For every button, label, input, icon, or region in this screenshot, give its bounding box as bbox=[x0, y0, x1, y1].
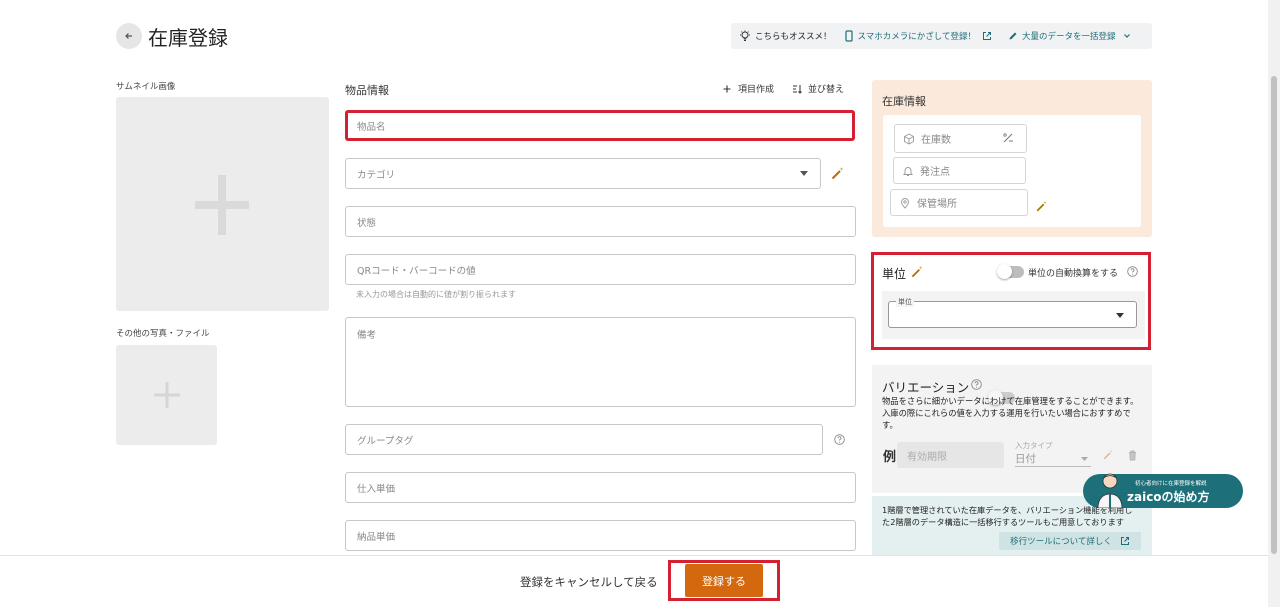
migration-text-line: た2階層のデータ構造に一括移行するツールもご用意しております bbox=[882, 517, 1124, 527]
bulk-register-link[interactable]: 大量のデータを一括登録 bbox=[1008, 30, 1136, 42]
sale-price-input[interactable]: 納品単価 bbox=[345, 520, 856, 551]
help-icon[interactable] bbox=[1127, 266, 1138, 277]
migration-link-label: 移行ツールについて詳しく bbox=[1010, 537, 1112, 547]
pencil-icon bbox=[1009, 32, 1017, 40]
external-link-icon bbox=[983, 32, 992, 40]
magic-wand-icon[interactable] bbox=[831, 166, 845, 180]
input-type-value: 日付 bbox=[1015, 453, 1036, 465]
auto-convert-label: 単位の自動換算をする bbox=[1028, 269, 1119, 279]
migration-tool-link[interactable]: 移行ツールについて詳しく bbox=[999, 532, 1141, 550]
qrcode-helper-text: 未入力の場合は自動的に値が割り振られます bbox=[356, 290, 516, 299]
bell-icon bbox=[902, 166, 914, 176]
sale-price-placeholder: 納品単価 bbox=[357, 531, 396, 543]
chevron-down-icon bbox=[1123, 34, 1130, 38]
magic-wand-icon[interactable] bbox=[911, 265, 924, 278]
cancel-link[interactable]: 登録をキャンセルして戻る bbox=[520, 574, 658, 590]
plus-icon bbox=[723, 85, 731, 92]
example-field: 有効期限 bbox=[897, 442, 1004, 468]
variation-description: 物品をさらに細かいデータにわけて在庫管理をすることができます。 入庫の際にこれら… bbox=[882, 395, 1148, 431]
percent-icon bbox=[1003, 133, 1013, 143]
example-label: 例 bbox=[883, 450, 897, 465]
recommend-label: こちらもオススメ！ bbox=[755, 32, 832, 42]
dropdown-arrow-icon bbox=[1116, 313, 1124, 318]
group-tag-placeholder: グループタグ bbox=[357, 435, 414, 447]
unit-title: 単位 bbox=[882, 267, 907, 281]
sort-button[interactable]: 並び替え bbox=[792, 82, 844, 95]
item-name-placeholder: 物品名 bbox=[357, 121, 386, 133]
variation-description-line: す。 bbox=[882, 420, 898, 430]
smartphone-icon bbox=[844, 30, 853, 42]
purchase-price-input[interactable]: 仕入単価 bbox=[345, 472, 856, 503]
person-illustration bbox=[1097, 473, 1123, 508]
page-title: 在庫登録 bbox=[148, 26, 228, 50]
dropdown-arrow-icon bbox=[800, 171, 808, 176]
camera-register-link[interactable]: スマホカメラにかざして登録！ bbox=[844, 30, 997, 42]
create-field-label: 項目作成 bbox=[738, 85, 775, 95]
purchase-price-placeholder: 仕入単価 bbox=[357, 483, 396, 495]
dropdown-arrow-icon bbox=[1081, 457, 1088, 461]
submit-button[interactable]: 登録する bbox=[685, 564, 763, 597]
badge-small-text: 初心者向けに在庫登録を解説 bbox=[1135, 481, 1207, 487]
other-files-label: その他の写真・ファイル bbox=[116, 329, 210, 339]
storage-location-placeholder: 保管場所 bbox=[917, 199, 957, 210]
item-name-input[interactable]: 物品名 bbox=[345, 110, 855, 141]
arrow-left-icon bbox=[125, 33, 132, 39]
plus-icon bbox=[154, 382, 180, 408]
sort-icon bbox=[793, 84, 802, 94]
status-input[interactable]: 状態 bbox=[345, 206, 856, 237]
stock-quantity-input[interactable]: 在庫数 bbox=[894, 124, 1027, 153]
create-field-button[interactable]: 項目作成 bbox=[722, 82, 774, 95]
unit-field-label: 単位 bbox=[896, 297, 914, 307]
reorder-point-input[interactable]: 発注点 bbox=[893, 157, 1026, 184]
variation-title: バリエーション bbox=[882, 380, 970, 395]
notes-textarea[interactable]: 備考 bbox=[345, 317, 856, 407]
scrollbar-thumb[interactable] bbox=[1271, 76, 1277, 554]
input-type-select: 日付 bbox=[1015, 451, 1091, 467]
qrcode-placeholder: QRコード・バーコードの値 bbox=[357, 265, 476, 277]
zaico-guide-badge[interactable]: 初心者向けに在庫登録を解説 zaicoの始め方 bbox=[1083, 473, 1243, 508]
input-type-label: 入力タイプ bbox=[1015, 441, 1053, 450]
category-placeholder: カテゴリ bbox=[357, 169, 396, 181]
bulk-register-label: 大量のデータを一括登録 bbox=[1022, 32, 1116, 42]
plus-icon bbox=[195, 175, 249, 235]
stock-quantity-placeholder: 在庫数 bbox=[921, 135, 951, 146]
lightbulb-icon bbox=[740, 30, 750, 41]
category-select[interactable]: カテゴリ bbox=[345, 158, 821, 189]
qrcode-input[interactable]: QRコード・バーコードの値 bbox=[345, 254, 856, 285]
help-icon[interactable] bbox=[971, 379, 982, 390]
badge-main-text: zaicoの始め方 bbox=[1127, 490, 1210, 504]
item-info-title: 物品情報 bbox=[345, 84, 389, 97]
notes-placeholder: 備考 bbox=[357, 330, 377, 341]
trash-icon bbox=[1129, 450, 1136, 461]
sort-label: 並び替え bbox=[808, 85, 845, 95]
back-button[interactable] bbox=[116, 23, 142, 49]
box-icon bbox=[904, 132, 914, 145]
thumbnail-label: サムネイル画像 bbox=[116, 82, 176, 92]
magic-wand-icon[interactable] bbox=[1036, 200, 1048, 212]
variation-description-line: 物品をさらに細かいデータにわけて在庫管理をすることができます。 bbox=[882, 396, 1139, 406]
status-placeholder: 状態 bbox=[357, 217, 377, 229]
unit-select[interactable] bbox=[888, 301, 1137, 328]
camera-register-label: スマホカメラにかざして登録！ bbox=[857, 32, 977, 42]
variation-description-line: 入庫の際にこれらの値を入力する運用を行いたい場合におすすめで bbox=[882, 408, 1131, 418]
magic-wand-icon bbox=[1103, 449, 1113, 460]
external-link-icon bbox=[1120, 537, 1129, 545]
storage-location-input[interactable]: 保管場所 bbox=[890, 189, 1028, 216]
help-icon[interactable] bbox=[834, 434, 845, 445]
auto-convert-toggle[interactable] bbox=[997, 264, 1024, 279]
example-field-text: 有効期限 bbox=[907, 451, 947, 463]
recommend-bar: こちらもオススメ！ スマホカメラにかざして登録！ 大量のデータを一括登録 bbox=[731, 23, 1152, 49]
map-pin-icon bbox=[901, 197, 909, 209]
group-tag-input[interactable]: グループタグ bbox=[345, 424, 823, 455]
reorder-point-placeholder: 発注点 bbox=[920, 167, 950, 178]
stock-info-title: 在庫情報 bbox=[882, 95, 926, 108]
